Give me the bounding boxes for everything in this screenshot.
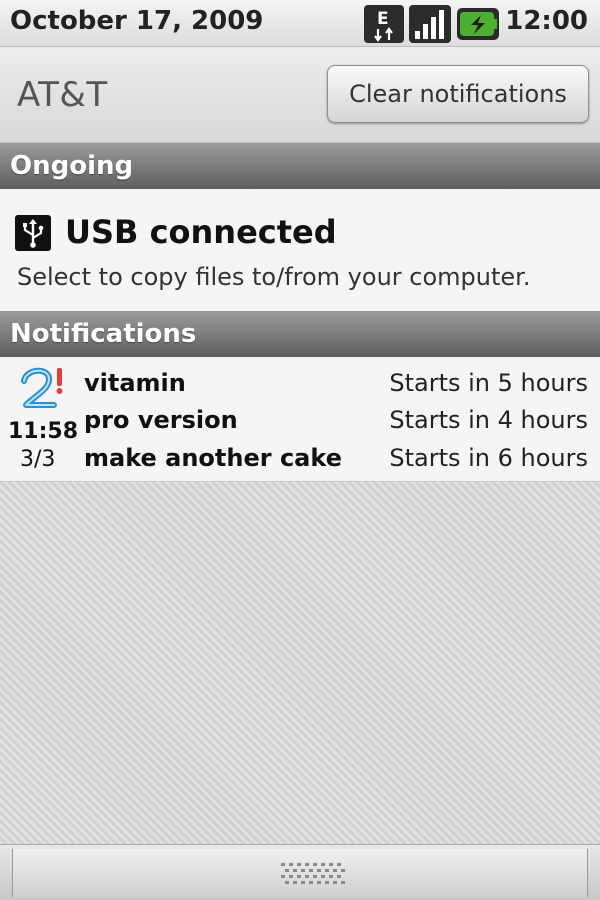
clear-notifications-button[interactable]: Clear notifications	[327, 65, 589, 123]
reminder-app-icon	[21, 367, 63, 408]
status-time: 12:00	[505, 6, 588, 36]
usb-icon	[15, 215, 51, 251]
ongoing-section-header: Ongoing	[0, 143, 600, 189]
empty-shade-area	[0, 482, 600, 844]
notification-item-start: Starts in 6 hours	[389, 444, 588, 472]
notification-item-start: Starts in 4 hours	[389, 406, 588, 434]
usb-notification-title: USB connected	[65, 213, 337, 251]
shade-header: AT&T Clear notifications	[0, 47, 600, 144]
svg-text:E: E	[377, 9, 389, 29]
status-bar: October 17, 2009 E 12:00	[0, 0, 600, 47]
notifications-section-header: Notifications	[0, 311, 600, 357]
notification-item: pro version Starts in 4 hours	[84, 402, 588, 438]
shade-close-handle[interactable]	[0, 844, 600, 900]
notification-item-title: vitamin	[84, 369, 186, 397]
notification-item-title: pro version	[84, 406, 238, 434]
battery-charging-icon	[457, 8, 499, 40]
signal-strength-icon	[409, 5, 451, 43]
edge-data-icon: E	[364, 5, 404, 43]
notification-item: make another cake Starts in 6 hours	[84, 440, 588, 476]
drag-grip-icon	[281, 863, 345, 884]
reminder-notification[interactable]: 11:58 3/3 vitamin Starts in 5 hours pro …	[0, 357, 600, 482]
notification-time: 11:58	[8, 419, 79, 444]
carrier-label: AT&T	[17, 75, 108, 115]
handle-track[interactable]	[12, 849, 588, 897]
notification-item-title: make another cake	[84, 444, 342, 472]
notification-item-start: Starts in 5 hours	[389, 369, 588, 397]
notification-shade: October 17, 2009 E 12:00 AT&T Clear noti…	[0, 0, 600, 900]
status-date: October 17, 2009	[10, 6, 264, 36]
usb-connected-notification[interactable]: USB connected Select to copy files to/fr…	[0, 189, 600, 311]
notification-item: vitamin Starts in 5 hours	[84, 365, 588, 401]
notification-count: 3/3	[20, 447, 56, 472]
usb-notification-description: Select to copy files to/from your comput…	[17, 263, 531, 291]
